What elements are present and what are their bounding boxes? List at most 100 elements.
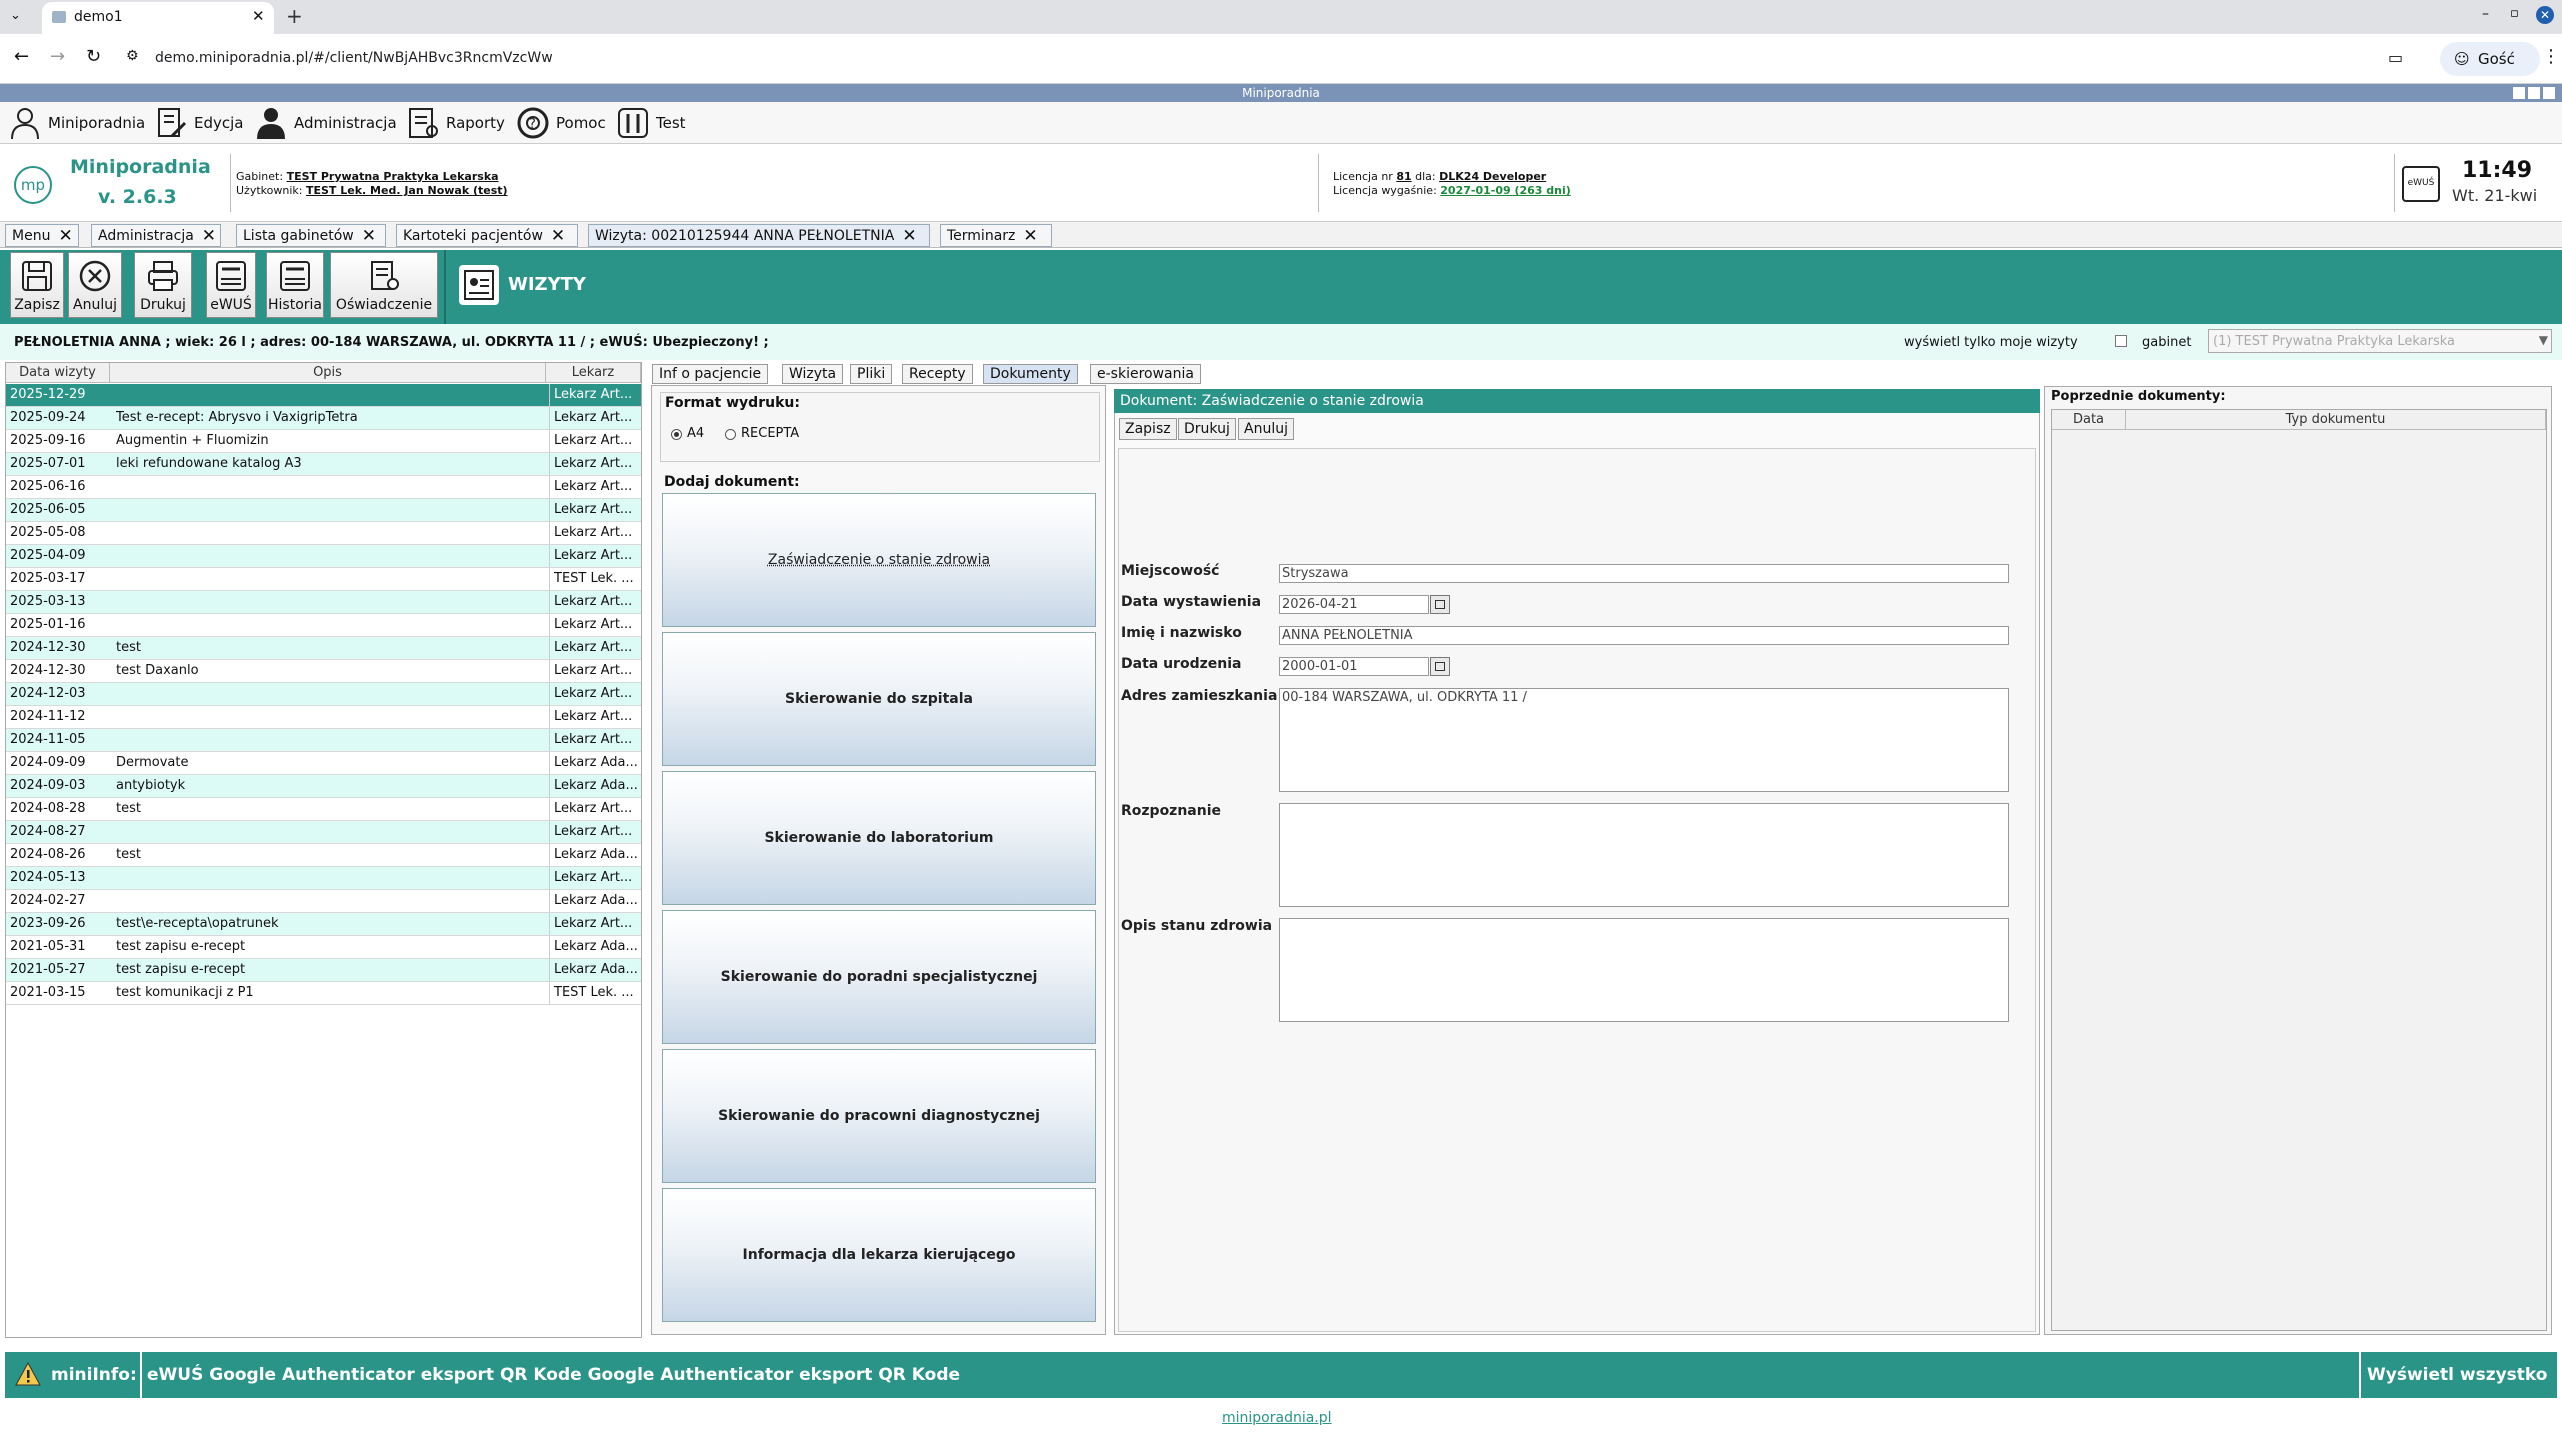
tab-pliki[interactable]: Pliki [850,364,893,384]
table-row[interactable]: 2024-08-28 test Lekarz Art... [6,798,641,821]
table-row[interactable]: 2025-05-08 Lekarz Art... [6,522,641,545]
tab-wizyta[interactable]: Wizyta: 00210125944 ANNA PEŁNOLETNIA ✕ [588,224,930,247]
tab-e-skierowania[interactable]: e-skierowania [1090,364,1201,384]
gabinet-select[interactable]: (1) TEST Prywatna Praktyka Lekarska ▼ [2208,329,2552,353]
only-mine-checkbox[interactable] [2115,335,2127,347]
menu-edycja[interactable]: Edycja [154,106,243,140]
doc-save-button[interactable]: Zapisz [1119,418,1177,440]
data-wystawienia-field[interactable]: 2026-04-21 [1279,595,1429,614]
browser-menu-icon[interactable]: ⋮ [2542,46,2560,67]
table-row[interactable]: 2025-03-13 Lekarz Art... [6,591,641,614]
table-row[interactable]: 2021-05-31 test zapisu e-recept Lekarz Ada… [6,936,641,959]
ewus-status-icon[interactable]: eWUŚ [2402,166,2440,202]
close-icon[interactable]: ✕ [902,226,916,246]
minimize-window-icon[interactable]: – [2482,6,2489,22]
table-row[interactable]: 2024-12-30 test Lekarz Art... [6,637,641,660]
miniporadnia-link[interactable]: miniporadnia.pl [1222,1410,1332,1426]
license-nr[interactable]: 81 [1396,170,1411,183]
tab-recepty[interactable]: Recepty [902,364,973,384]
site-info-icon[interactable]: ⚙ [126,48,139,64]
cancel-button[interactable]: Anuluj [68,252,122,318]
table-row[interactable]: 2025-09-24 Test e-recept: Abrysvo i Vaxig… [6,407,641,430]
table-row[interactable]: 2024-12-30 test Daxanlo Lekarz Art... [6,660,641,683]
add-skierowanie-szpital-button[interactable]: Skierowanie do szpitala [662,632,1096,766]
expiry-value[interactable]: 2027-01-09 (263 dni) [1440,184,1571,197]
table-row[interactable]: 2025-09-16 Augmentin + Fluomizin Lekarz Ar… [6,430,641,453]
tab-kartoteki[interactable]: Kartoteki pacjentów ✕ [396,224,578,247]
calendar-icon[interactable] [1430,657,1450,676]
menu-raporty[interactable]: Raporty [406,106,505,140]
imie-nazwisko-field[interactable]: ANNA PEŁNOLETNIA [1279,626,2009,645]
menu-pomoc[interactable]: ? Pomoc [516,106,606,140]
table-row[interactable]: 2024-09-09 Dermovate Lekarz Ada... [6,752,641,775]
add-skierowanie-pracownia-button[interactable]: Skierowanie do pracowni diagnostycznej [662,1049,1096,1183]
show-all-button[interactable]: Wyświetl wszystko [2367,1365,2547,1385]
close-tab-icon[interactable]: ✕ [252,7,265,25]
close-icon[interactable]: ✕ [551,226,565,246]
print-button[interactable]: Drukuj [134,252,192,318]
table-row[interactable]: 2024-09-03 antybiotyk Lekarz Ada... [6,775,641,798]
history-button[interactable]: Historia [266,252,324,318]
table-row[interactable]: 2021-03-15 test komunikacji z P1 TEST Lek.… [6,982,641,1005]
table-row[interactable]: 2025-03-17 TEST Lek. ... [6,568,641,591]
add-skierowanie-laboratorium-button[interactable]: Skierowanie do laboratorium [662,771,1096,905]
maximize-window-icon[interactable]: ▫ [2510,6,2519,21]
gabinet-value[interactable]: TEST Prywatna Praktyka Lekarska [287,170,499,183]
statement-button[interactable]: Oświadczenie [330,252,438,318]
column-header-opis[interactable]: Opis [110,363,546,383]
back-icon[interactable]: ← [14,46,29,67]
table-row[interactable]: 2024-05-13 Lekarz Art... [6,867,641,890]
table-row[interactable]: 2023-09-26 test\e-recepta\opatrunek Lekarz… [6,913,641,936]
new-tab-icon[interactable]: + [286,4,303,28]
table-row[interactable]: 2024-08-27 Lekarz Art... [6,821,641,844]
bookmark-icon[interactable]: ▭ [2388,48,2403,67]
table-row[interactable]: 2021-05-27 test zapisu e-recept Lekarz Ada… [6,959,641,982]
tab-administracja[interactable]: Administracja ✕ [91,224,221,247]
add-skierowanie-poradnia-button[interactable]: Skierowanie do poradni specjalistycznej [662,910,1096,1044]
tab-wizyta-sub[interactable]: Wizyta [782,364,844,384]
table-row[interactable]: 2024-11-05 Lekarz Art... [6,729,641,752]
table-row[interactable]: 2025-07-01 leki refundowane katalog A3 Lek… [6,453,641,476]
app-close-icon[interactable] [2543,87,2555,99]
table-row[interactable]: 2025-06-05 Lekarz Art... [6,499,641,522]
menu-administracja[interactable]: Administracja [254,106,397,140]
profile-button[interactable]: ☺ Gość [2440,42,2540,76]
forward-icon[interactable]: → [50,46,65,67]
app-maximize-icon[interactable] [2528,87,2540,99]
table-row[interactable]: 2025-04-09 Lekarz Art... [6,545,641,568]
calendar-icon[interactable] [1430,595,1450,614]
browser-tab[interactable]: demo1 ✕ [42,2,274,34]
menu-miniporadnia[interactable]: Miniporadnia [8,106,145,140]
radio-recepta[interactable] [725,429,736,440]
table-row[interactable]: 2025-01-16 Lekarz Art... [6,614,641,637]
rozpoznanie-field[interactable] [1279,803,2009,907]
table-row[interactable]: 2025-12-29 Lekarz Art... [6,384,641,407]
opis-stanu-field[interactable] [1279,918,2009,1022]
table-row[interactable]: 2025-06-16 Lekarz Art... [6,476,641,499]
column-header-data[interactable]: Data [2052,410,2126,430]
tab-list-chevron-icon[interactable]: ⌄ [10,8,21,23]
table-row[interactable]: 2024-02-27 Lekarz Ada... [6,890,641,913]
app-minimize-icon[interactable] [2513,87,2525,99]
data-urodzenia-field[interactable]: 2000-01-01 [1279,657,1429,676]
column-header-lekarz[interactable]: Lekarz [546,363,641,383]
table-row[interactable]: 2024-12-03 Lekarz Art... [6,683,641,706]
doc-print-button[interactable]: Drukuj [1178,418,1236,440]
add-informacja-button[interactable]: Informacja dla lekarza kierującego [662,1188,1096,1322]
tab-inf-o-pacjencie[interactable]: Inf o pacjencie [652,364,769,384]
tab-terminarz[interactable]: Terminarz ✕ [940,224,1052,247]
tab-dokumenty[interactable]: Dokumenty [983,364,1078,384]
table-row[interactable]: 2024-08-26 test Lekarz Ada... [6,844,641,867]
adres-field[interactable]: 00-184 WARSZAWA, ul. ODKRYTA 11 / [1279,688,2009,792]
reload-icon[interactable]: ↻ [86,46,101,67]
close-icon[interactable]: ✕ [58,226,72,246]
column-header-date[interactable]: Data wizyty [6,363,110,383]
close-icon[interactable]: ✕ [362,226,376,246]
url-field[interactable]: demo.miniporadnia.pl/#/client/NwBjAHBvc3… [155,50,553,66]
column-header-typ[interactable]: Typ dokumentu [2126,410,2546,430]
license-holder[interactable]: DLK24 Developer [1439,170,1546,183]
add-zaswiadczenie-button[interactable]: Zaświadczenie o stanie zdrowia [662,493,1096,627]
close-icon[interactable]: ✕ [1023,226,1037,246]
close-window-icon[interactable]: ✕ [2536,6,2554,24]
doc-cancel-button[interactable]: Anuluj [1238,418,1294,440]
